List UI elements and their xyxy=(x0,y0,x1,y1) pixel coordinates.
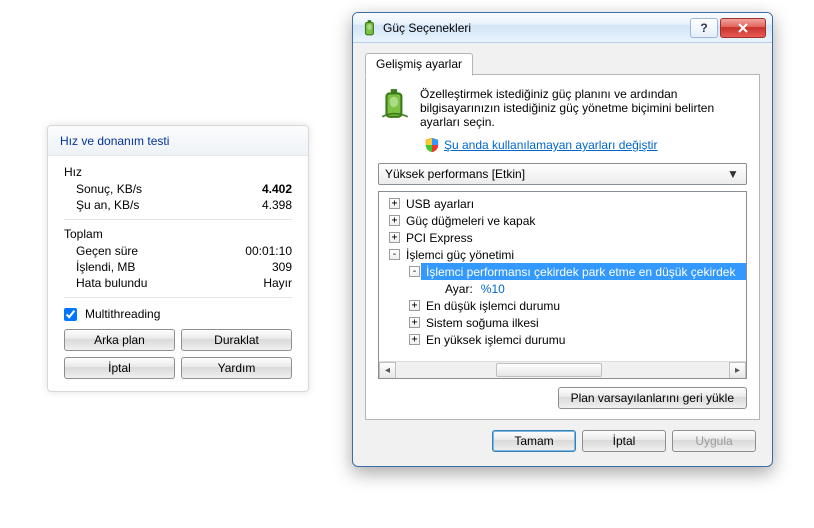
expand-icon[interactable]: + xyxy=(389,198,400,209)
tree-node-pci[interactable]: + PCI Express xyxy=(379,229,746,246)
multithreading-label: Multithreading xyxy=(85,307,160,321)
battery-icon xyxy=(378,87,412,121)
tree-node-max-state[interactable]: + En yüksek işlemci durumu xyxy=(379,331,746,348)
scroll-left-button[interactable]: ◂ xyxy=(379,362,396,379)
errors-value: Hayır xyxy=(263,276,292,290)
speed-section-header: Hız xyxy=(64,161,292,181)
expand-icon[interactable]: + xyxy=(409,334,420,345)
expand-icon[interactable]: + xyxy=(409,317,420,328)
ok-button[interactable]: Tamam xyxy=(492,430,576,452)
now-label: Şu an, KB/s xyxy=(76,198,139,212)
panel-title: Hız ve donanım testi xyxy=(48,126,308,156)
tree-node-usb[interactable]: + USB ayarları xyxy=(379,195,746,212)
shield-icon xyxy=(424,137,440,153)
change-unavailable-link[interactable]: Şu anda kullanılamayan ayarları değiştir xyxy=(444,138,657,152)
processed-row: İşlendi, MB 309 xyxy=(64,259,292,275)
elapsed-value: 00:01:10 xyxy=(245,244,292,258)
multithreading-checkbox[interactable] xyxy=(64,308,77,321)
setting-value: %10 xyxy=(481,282,505,296)
errors-label: Hata bulundu xyxy=(76,276,147,290)
expand-icon[interactable]: + xyxy=(409,300,420,311)
chevron-down-icon: ▼ xyxy=(724,167,742,181)
setting-label: Ayar: xyxy=(445,282,473,296)
apply-button[interactable]: Uygula xyxy=(672,430,756,452)
tree-node-cpu[interactable]: - İşlemci güç yönetimi xyxy=(379,246,746,263)
help-button[interactable]: Yardım xyxy=(181,357,292,379)
tree-node-min-state[interactable]: + En düşük işlemci durumu xyxy=(379,297,746,314)
processed-value: 309 xyxy=(272,260,292,274)
tree-node-core-parking[interactable]: - İşlemci performansı çekirdek park etme… xyxy=(421,263,746,280)
close-icon xyxy=(737,23,749,33)
errors-row: Hata bulundu Hayır xyxy=(64,275,292,291)
power-plan-value: Yüksek performans [Etkin] xyxy=(385,167,724,181)
total-section-header: Toplam xyxy=(64,223,292,243)
dialog-title: Güç Seçenekleri xyxy=(379,21,688,35)
settings-tree[interactable]: + USB ayarları + Güç düğmeleri ve kapak … xyxy=(378,191,747,379)
multithreading-row[interactable]: Multithreading xyxy=(64,301,292,325)
dialog-titlebar[interactable]: Güç Seçenekleri ? xyxy=(353,13,772,43)
pause-button[interactable]: Duraklat xyxy=(181,329,292,351)
help-titlebar-button[interactable]: ? xyxy=(690,18,718,38)
power-plan-combo[interactable]: Yüksek performans [Etkin] ▼ xyxy=(378,163,747,185)
expand-icon[interactable]: + xyxy=(389,215,400,226)
result-value: 4.402 xyxy=(262,182,292,196)
dialog-description: Özelleştirmek istediğiniz güç planını ve… xyxy=(420,87,747,129)
horizontal-scrollbar[interactable]: ◂ ▸ xyxy=(379,361,746,378)
elapsed-row: Geçen süre 00:01:10 xyxy=(64,243,292,259)
now-row: Şu an, KB/s 4.398 xyxy=(64,197,292,213)
scroll-track[interactable] xyxy=(396,362,729,378)
power-icon xyxy=(361,19,379,37)
restore-defaults-button[interactable]: Plan varsayılanlarını geri yükle xyxy=(558,387,747,409)
close-button[interactable] xyxy=(720,18,766,38)
result-row: Sonuç, KB/s 4.402 xyxy=(64,181,292,197)
cancel-button[interactable]: İptal xyxy=(64,357,175,379)
elapsed-label: Geçen süre xyxy=(76,244,138,258)
result-label: Sonuç, KB/s xyxy=(76,182,142,196)
power-options-dialog: Güç Seçenekleri ? Gelişmiş ayarlar Özell… xyxy=(352,12,773,467)
tab-pane: Özelleştirmek istediğiniz güç planını ve… xyxy=(365,74,760,420)
collapse-icon[interactable]: - xyxy=(409,266,420,277)
tab-advanced[interactable]: Gelişmiş ayarlar xyxy=(365,53,473,76)
scroll-thumb[interactable] xyxy=(496,363,603,377)
scroll-right-button[interactable]: ▸ xyxy=(729,362,746,379)
collapse-icon[interactable]: - xyxy=(389,249,400,260)
processed-label: İşlendi, MB xyxy=(76,260,135,274)
tree-node-power-buttons[interactable]: + Güç düğmeleri ve kapak xyxy=(379,212,746,229)
tree-node-cooling[interactable]: + Sistem soğuma ilkesi xyxy=(379,314,746,331)
tree-setting-row[interactable]: Ayar: %10 xyxy=(379,280,746,297)
speed-test-panel: Hız ve donanım testi Hız Sonuç, KB/s 4.4… xyxy=(47,125,309,392)
expand-icon[interactable]: + xyxy=(389,232,400,243)
background-button[interactable]: Arka plan xyxy=(64,329,175,351)
now-value: 4.398 xyxy=(262,198,292,212)
cancel-dialog-button[interactable]: İptal xyxy=(582,430,666,452)
